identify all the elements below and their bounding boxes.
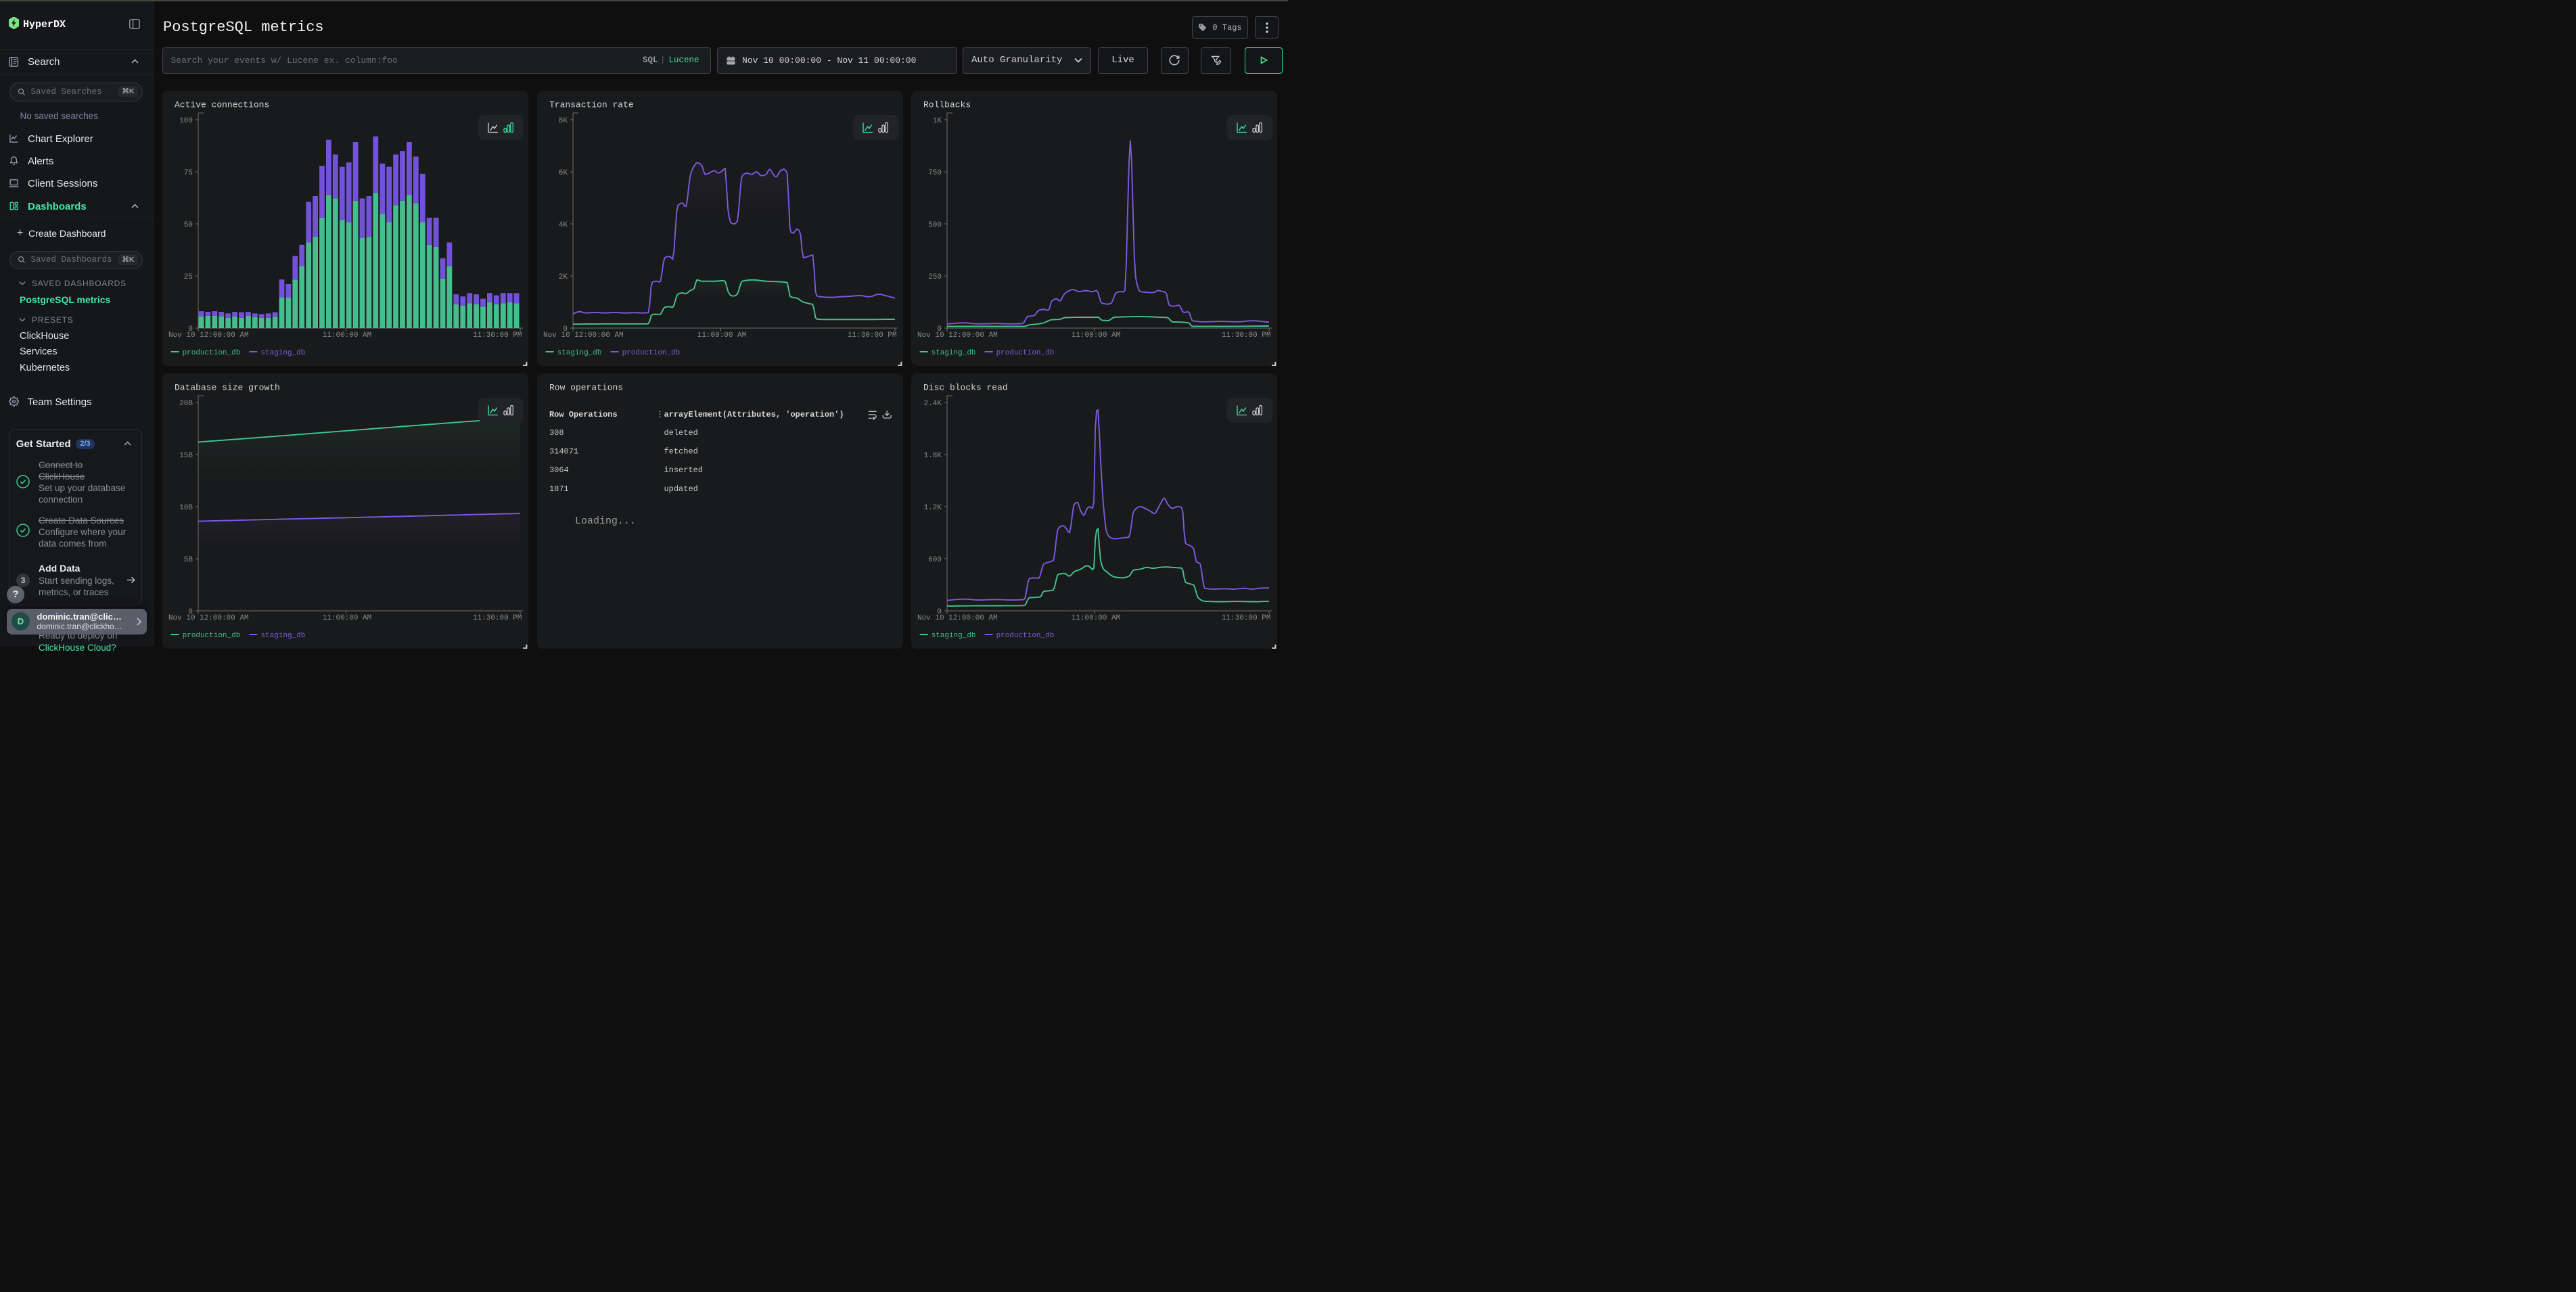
svg-text:2K: 2K bbox=[558, 273, 568, 281]
svg-text:staging_db: staging_db bbox=[557, 349, 601, 357]
svg-text:4K: 4K bbox=[558, 221, 568, 229]
svg-text:Active connections: Active connections bbox=[175, 100, 269, 110]
svg-text:11:00:00 AM: 11:00:00 AM bbox=[323, 614, 372, 622]
svg-text:20B: 20B bbox=[179, 400, 193, 408]
svg-text:250: 250 bbox=[928, 273, 942, 281]
svg-text:staging_db: staging_db bbox=[260, 632, 305, 640]
svg-text:Disc blocks read: Disc blocks read bbox=[923, 382, 1008, 392]
svg-text:arrayElement(Attributes, 'oper: arrayElement(Attributes, 'operation') bbox=[664, 410, 844, 419]
svg-text:8K: 8K bbox=[558, 117, 568, 125]
svg-text:50: 50 bbox=[184, 221, 193, 229]
svg-text:Database size growth: Database size growth bbox=[175, 382, 280, 392]
svg-text:staging_db: staging_db bbox=[932, 349, 976, 357]
svg-text:600: 600 bbox=[928, 556, 942, 564]
svg-text:production_db: production_db bbox=[183, 349, 241, 357]
svg-text:staging_db: staging_db bbox=[932, 632, 976, 640]
svg-text:11:00:00 AM: 11:00:00 AM bbox=[1072, 614, 1121, 622]
svg-text:⋮: ⋮ bbox=[656, 410, 664, 419]
svg-text:production_db: production_db bbox=[183, 632, 241, 640]
svg-text:fetched: fetched bbox=[664, 446, 697, 456]
svg-text:314071: 314071 bbox=[549, 446, 578, 456]
svg-text:11:30:00 PM: 11:30:00 PM bbox=[473, 614, 522, 622]
svg-text:75: 75 bbox=[184, 169, 193, 177]
svg-text:staging_db: staging_db bbox=[260, 349, 305, 357]
svg-text:production_db: production_db bbox=[622, 349, 680, 357]
svg-text:Row operations: Row operations bbox=[549, 382, 623, 392]
svg-text:6K: 6K bbox=[558, 169, 568, 177]
svg-text:Transaction rate: Transaction rate bbox=[549, 100, 634, 110]
svg-text:Nov 10 12:00:00 AM: Nov 10 12:00:00 AM bbox=[917, 331, 998, 340]
svg-text:11:00:00 AM: 11:00:00 AM bbox=[1072, 331, 1121, 340]
svg-text:updated: updated bbox=[664, 484, 697, 493]
svg-text:Nov 10 12:00:00 AM: Nov 10 12:00:00 AM bbox=[917, 614, 998, 622]
svg-text:2.4K: 2.4K bbox=[924, 400, 942, 408]
svg-text:inserted: inserted bbox=[664, 465, 703, 475]
svg-text:1.8K: 1.8K bbox=[924, 452, 942, 460]
svg-text:15B: 15B bbox=[179, 452, 193, 460]
svg-text:Nov 10 12:00:00 AM: Nov 10 12:00:00 AM bbox=[168, 614, 249, 622]
svg-text:Nov 10 12:00:00 AM: Nov 10 12:00:00 AM bbox=[168, 331, 249, 340]
svg-text:500: 500 bbox=[928, 221, 942, 229]
svg-text:100: 100 bbox=[179, 117, 193, 125]
svg-text:Loading...: Loading... bbox=[575, 515, 636, 527]
svg-text:11:30:00 PM: 11:30:00 PM bbox=[473, 331, 522, 340]
svg-text:Row Operations: Row Operations bbox=[549, 410, 618, 419]
svg-text:11:30:00 PM: 11:30:00 PM bbox=[1222, 331, 1271, 340]
svg-text:Rollbacks: Rollbacks bbox=[923, 100, 971, 110]
svg-text:deleted: deleted bbox=[664, 428, 697, 438]
svg-text:11:30:00 PM: 11:30:00 PM bbox=[1222, 614, 1271, 622]
svg-text:5B: 5B bbox=[184, 556, 193, 564]
svg-text:750: 750 bbox=[928, 169, 942, 177]
svg-text:11:00:00 AM: 11:00:00 AM bbox=[697, 331, 746, 340]
svg-text:production_db: production_db bbox=[996, 632, 1055, 640]
svg-text:308: 308 bbox=[549, 428, 564, 438]
svg-text:1K: 1K bbox=[933, 117, 942, 125]
svg-text:1.2K: 1.2K bbox=[924, 504, 942, 512]
svg-text:25: 25 bbox=[184, 273, 193, 281]
svg-text:production_db: production_db bbox=[996, 349, 1055, 357]
svg-text:3064: 3064 bbox=[549, 465, 569, 475]
svg-text:Nov 10 12:00:00 AM: Nov 10 12:00:00 AM bbox=[543, 331, 624, 340]
svg-text:10B: 10B bbox=[179, 504, 193, 512]
svg-text:11:00:00 AM: 11:00:00 AM bbox=[323, 331, 372, 340]
svg-text:11:30:00 PM: 11:30:00 PM bbox=[848, 331, 897, 340]
svg-text:1871: 1871 bbox=[549, 484, 569, 493]
